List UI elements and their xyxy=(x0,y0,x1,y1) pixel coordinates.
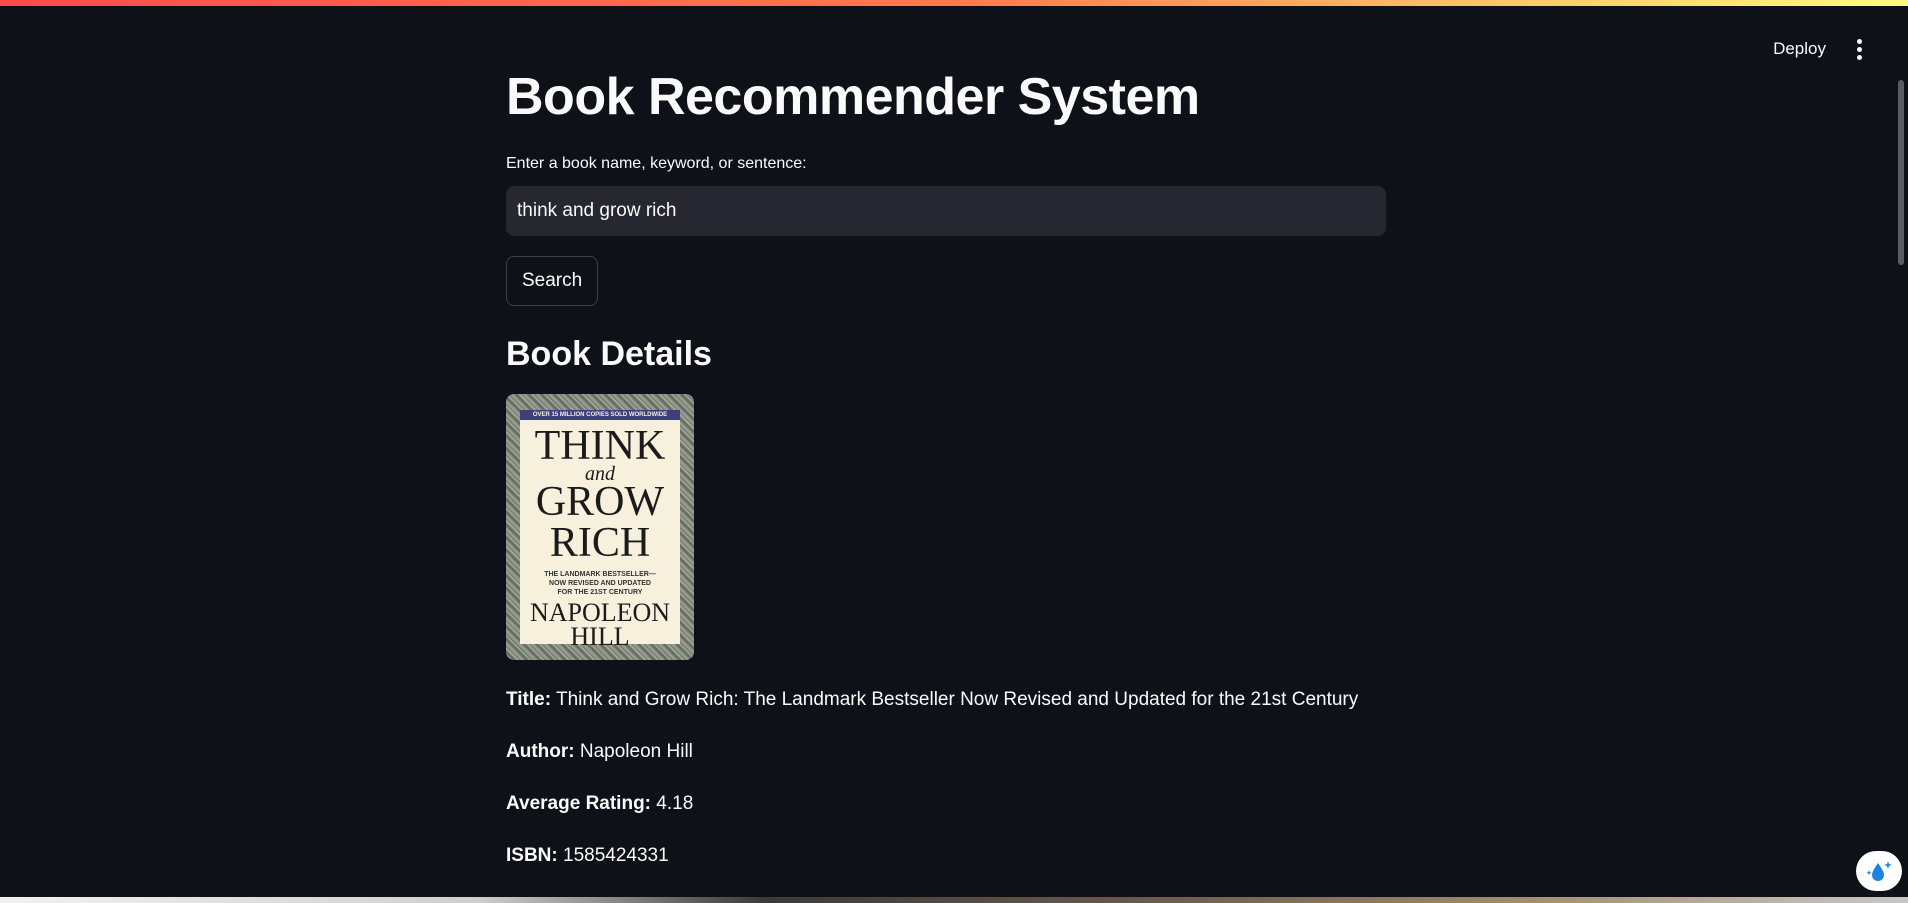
page-title: Book Recommender System xyxy=(506,68,1200,126)
deploy-button[interactable]: Deploy xyxy=(1773,39,1826,59)
book-isbn-label: ISBN: xyxy=(506,845,558,866)
chat-assistant-button[interactable] xyxy=(1856,851,1902,891)
book-author-value: Napoleon Hill xyxy=(579,741,693,762)
scrollbar[interactable] xyxy=(1898,80,1904,265)
sparkle-drop-icon xyxy=(1866,861,1892,881)
cover-subtitle-line3: FOR THE 21ST CENTURY xyxy=(557,589,643,596)
book-rating-row: Average Rating: 4.18 xyxy=(506,792,1386,816)
app-window: Deploy Book Recommender System Enter a b… xyxy=(0,0,1908,903)
cover-subtitle-line2: NOW REVISED AND UPDATED xyxy=(549,580,651,587)
search-input-label: Enter a book name, keyword, or sentence: xyxy=(506,155,807,172)
cover-author-line2: HILL xyxy=(570,622,630,651)
book-author-row: Author: Napoleon Hill xyxy=(506,740,1386,764)
book-cover-image: OVER 15 MILLION COPIES SOLD WORLDWIDE TH… xyxy=(506,394,694,660)
book-details-heading: Book Details xyxy=(506,335,712,373)
header-actions: Deploy xyxy=(1773,36,1866,62)
book-isbn-row: ISBN: 1585424331 xyxy=(506,844,1386,868)
search-input[interactable] xyxy=(506,186,1386,236)
book-rating-label: Average Rating: xyxy=(506,793,651,814)
cover-title-line3: GROW xyxy=(535,479,665,525)
book-isbn-value: 1585424331 xyxy=(563,845,669,866)
book-author-label: Author: xyxy=(506,741,575,762)
cover-title-line4: RICH xyxy=(549,520,651,566)
header-decoration-bar xyxy=(0,0,1908,6)
main-content: Book Recommender System Enter a book nam… xyxy=(506,62,1386,868)
book-title-value: Think and Grow Rich: The Landmark Bestse… xyxy=(555,689,1359,710)
cover-subtitle-line1: THE LANDMARK BESTSELLER— xyxy=(544,571,656,578)
book-title-label: Title: xyxy=(506,689,552,710)
kebab-menu-icon[interactable] xyxy=(1852,36,1866,62)
cover-top-banner: OVER 15 MILLION COPIES SOLD WORLDWIDE xyxy=(520,410,680,420)
book-rating-value: 4.18 xyxy=(656,793,694,814)
book-title-row: Title: Think and Grow Rich: The Landmark… xyxy=(506,688,1386,712)
cover-author: NAPOLEON HILL xyxy=(530,600,670,651)
cover-title-line1: THINK xyxy=(534,423,666,469)
taskbar-strip xyxy=(0,897,1908,903)
cover-subtitle: THE LANDMARK BESTSELLER— NOW REVISED AND… xyxy=(544,570,656,597)
book-cover-inner: OVER 15 MILLION COPIES SOLD WORLDWIDE TH… xyxy=(520,410,680,650)
search-button[interactable]: Search xyxy=(506,256,599,306)
